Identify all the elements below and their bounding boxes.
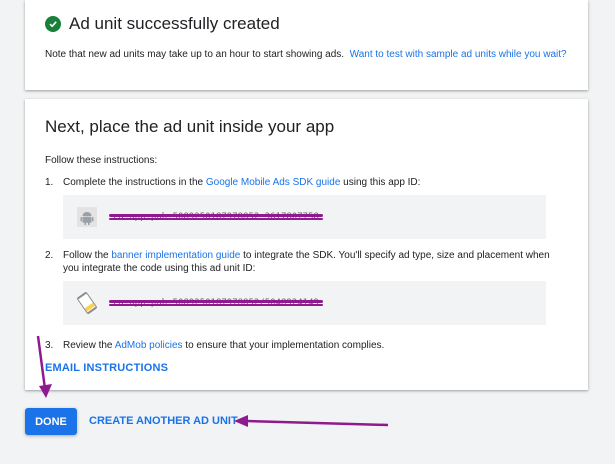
success-title: Ad unit successfully created	[69, 14, 280, 33]
success-note: Note that new ad units may take up to an…	[45, 48, 568, 61]
step-1: 1. Complete the instructions in the Goog…	[45, 176, 568, 239]
app-id-box[interactable]: ca-app-pub-5089250187978852~3617807758	[63, 195, 546, 239]
step-3: 3. Review the AdMob policies to ensure t…	[45, 339, 568, 352]
sample-ad-units-link[interactable]: Want to test with sample ad units while …	[350, 49, 567, 60]
step-2: 2. Follow the banner implementation guid…	[45, 249, 568, 325]
step-number: 3.	[45, 340, 54, 351]
instructions-title: Next, place the ad unit inside your app	[45, 117, 335, 136]
redaction-mark	[109, 217, 323, 220]
admob-policies-link[interactable]: AdMob policies	[115, 340, 183, 351]
banner-guide-link[interactable]: banner implementation guide	[111, 250, 240, 261]
sdk-guide-link[interactable]: Google Mobile Ads SDK guide	[206, 177, 341, 188]
success-card: Ad unit successfully created Note that n…	[25, 0, 588, 90]
app-id-value: ca-app-pub-5089250187978852~3617807758	[109, 211, 323, 224]
step-number: 1.	[45, 177, 54, 188]
follow-label: Follow these instructions:	[45, 155, 158, 166]
create-another-ad-unit-button[interactable]: CREATE ANOTHER AD UNIT	[89, 415, 238, 427]
email-instructions-button[interactable]: EMAIL INSTRUCTIONS	[45, 362, 168, 374]
success-header: Ad unit successfully created	[45, 14, 568, 34]
android-icon	[75, 205, 99, 229]
step-text: using this app ID:	[340, 177, 421, 188]
step-text: Follow the	[63, 250, 112, 261]
ad-unit-id-box[interactable]: ca-app-pub-5089250187978852/5048924149	[63, 281, 546, 325]
redaction-mark	[109, 299, 323, 303]
check-circle-icon	[45, 16, 61, 32]
step-text: to ensure that your implementation compl…	[182, 340, 385, 351]
ad-unit-id-value: ca-app-pub-5089250187978852/5048924149	[109, 297, 323, 310]
redaction-mark	[109, 303, 323, 306]
instructions-card: Next, place the ad unit inside your app …	[25, 99, 588, 390]
steps-list: 1. Complete the instructions in the Goog…	[45, 176, 568, 352]
annotation-arrow-create	[234, 415, 389, 427]
redaction-mark	[109, 213, 323, 217]
step-text: Complete the instructions in the	[63, 177, 206, 188]
step-text: Review the	[63, 340, 115, 351]
note-text: Note that new ad units may take up to an…	[45, 49, 345, 60]
banner-ad-icon	[75, 291, 99, 315]
done-button[interactable]: DONE	[25, 408, 77, 435]
step-number: 2.	[45, 250, 54, 261]
